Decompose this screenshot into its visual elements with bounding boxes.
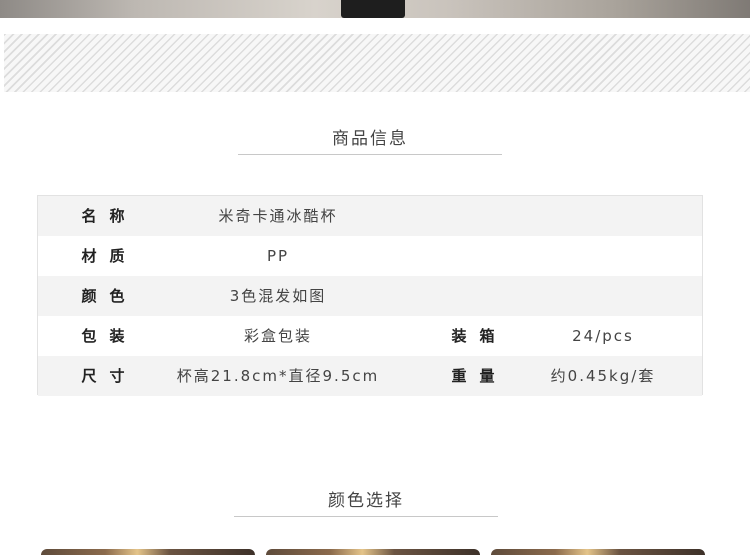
row-label-secondary: 重量 [451,367,508,385]
row-value: 杯高21.8cm*直径9.5cm [176,367,380,385]
row-label-secondary: 装箱 [451,327,508,345]
row-label: 颜色 [81,287,138,305]
row-value: 米奇卡通冰酷杯 [218,207,338,225]
row-label: 包装 [81,327,138,345]
color-thumbnails [0,549,750,555]
product-info-table: 名称 米奇卡通冰酷杯 材质 PP 颜色 3色混发如图 包装 彩盒包装 装箱 24… [37,195,703,396]
row-label: 尺寸 [81,367,138,385]
row-value-secondary: 约0.45kg/套 [550,367,656,385]
color-thumbnail-image[interactable] [266,549,480,555]
table-row: 尺寸 杯高21.8cm*直径9.5cm 重量 约0.45kg/套 [38,356,702,396]
table-row: 包装 彩盒包装 装箱 24/pcs [38,316,702,356]
table-row: 颜色 3色混发如图 [38,276,702,316]
row-value: 彩盒包装 [243,327,312,345]
row-label: 名称 [81,207,138,225]
row-value: PP [266,247,290,265]
table-row: 名称 米奇卡通冰酷杯 [38,196,702,236]
decorative-stripe-band [4,34,750,92]
color-thumbnail-image[interactable] [41,549,255,555]
table-row: 材质 PP [38,236,702,276]
color-thumbnail-image[interactable] [491,549,705,555]
title-underline [234,516,498,517]
product-info-title: 商品信息 [332,129,408,149]
title-underline [238,154,502,155]
product-photo-top [0,0,750,18]
color-selection-title: 颜色选择 [328,491,404,511]
row-value-secondary: 24/pcs [572,327,634,345]
cup-bottom-image [341,0,405,18]
row-value: 3色混发如图 [229,287,327,305]
row-label: 材质 [81,247,138,265]
